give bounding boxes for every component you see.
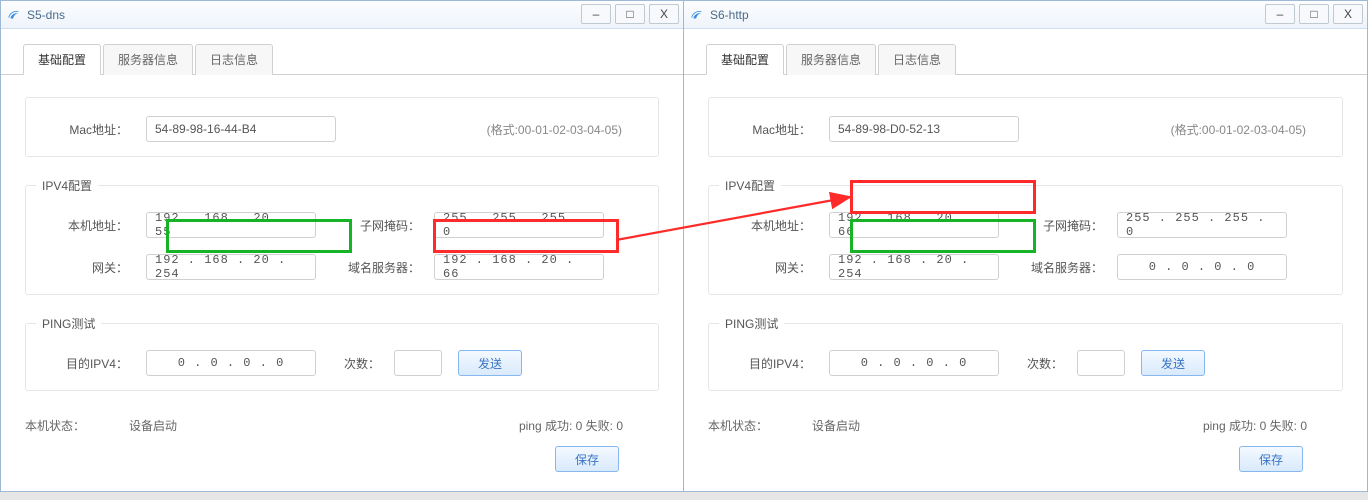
- gateway-label: 网关：: [709, 259, 829, 276]
- count-input[interactable]: [394, 350, 442, 376]
- tab-basic[interactable]: 基础配置: [706, 44, 784, 75]
- local-addr-label: 本机地址：: [26, 217, 146, 234]
- ipv4-section: IPV4配置 本机地址： 192 . 168 . 20 . 55 子网掩码： 2…: [25, 177, 659, 295]
- count-input[interactable]: [1077, 350, 1125, 376]
- mac-input[interactable]: 54-89-98-D0-52-13: [829, 116, 1019, 142]
- mac-input[interactable]: 54-89-98-16-44-B4: [146, 116, 336, 142]
- status-label: 本机状态：: [25, 417, 85, 434]
- close-button[interactable]: X: [1333, 4, 1363, 24]
- ping-section: PING测试 目的IPV4： 0 . 0 . 0 . 0 次数： 发送: [708, 315, 1343, 391]
- tab-server-info[interactable]: 服务器信息: [786, 44, 876, 75]
- target-label: 目的IPV4：: [709, 355, 829, 372]
- status-label: 本机状态：: [708, 417, 768, 434]
- dns-input[interactable]: 192 . 168 . 20 . 66: [434, 254, 604, 280]
- tab-server-info[interactable]: 服务器信息: [103, 44, 193, 75]
- mac-section: Mac地址： 54-89-98-16-44-B4 (格式:00-01-02-03…: [25, 97, 659, 157]
- ipv4-legend: IPV4配置: [36, 177, 98, 194]
- status-row: 本机状态： 设备启动 ping 成功: 0 失败: 0: [708, 411, 1343, 446]
- minimize-button[interactable]: –: [581, 4, 611, 24]
- local-addr-input[interactable]: 192 . 168 . 20 . 66: [829, 212, 999, 238]
- window-title: S6-http: [710, 8, 749, 22]
- save-button[interactable]: 保存: [1239, 446, 1303, 472]
- close-button[interactable]: X: [649, 4, 679, 24]
- tabs: 基础配置 服务器信息 日志信息: [1, 29, 683, 75]
- subnet-label: 子网掩码：: [334, 217, 434, 234]
- send-button[interactable]: 发送: [458, 350, 522, 376]
- count-label: 次数：: [334, 355, 394, 372]
- mac-label: Mac地址：: [26, 121, 146, 138]
- window-s6: S6-http – □ X 基础配置 服务器信息 日志信息 Mac地址： 54-…: [683, 0, 1368, 492]
- titlebar: S5-dns – □ X: [1, 1, 683, 29]
- ping-legend: PING测试: [36, 315, 101, 332]
- subnet-input[interactable]: 255 . 255 . 255 . 0: [434, 212, 604, 238]
- mac-label: Mac地址：: [709, 121, 829, 138]
- dns-input[interactable]: 0 . 0 . 0 . 0: [1117, 254, 1287, 280]
- gateway-label: 网关：: [26, 259, 146, 276]
- tab-body: Mac地址： 54-89-98-16-44-B4 (格式:00-01-02-03…: [1, 75, 683, 482]
- dns-label: 域名服务器：: [1017, 259, 1117, 276]
- send-button[interactable]: 发送: [1141, 350, 1205, 376]
- local-addr-input[interactable]: 192 . 168 . 20 . 55: [146, 212, 316, 238]
- mac-format-note: (格式:00-01-02-03-04-05): [1171, 121, 1342, 138]
- tab-log[interactable]: 日志信息: [878, 44, 956, 75]
- ping-stat: ping 成功: 0 失败: 0: [1203, 417, 1343, 434]
- ping-section: PING测试 目的IPV4： 0 . 0 . 0 . 0 次数： 发送: [25, 315, 659, 391]
- window-s5: S5-dns – □ X 基础配置 服务器信息 日志信息 Mac地址： 54-8…: [0, 0, 684, 492]
- window-controls: – □ X: [581, 1, 683, 28]
- mac-section: Mac地址： 54-89-98-D0-52-13 (格式:00-01-02-03…: [708, 97, 1343, 157]
- app-icon: [690, 8, 704, 22]
- tabs: 基础配置 服务器信息 日志信息: [684, 29, 1367, 75]
- app-icon: [7, 8, 21, 22]
- target-input[interactable]: 0 . 0 . 0 . 0: [146, 350, 316, 376]
- save-button[interactable]: 保存: [555, 446, 619, 472]
- mac-format-note: (格式:00-01-02-03-04-05): [487, 121, 658, 138]
- ipv4-legend: IPV4配置: [719, 177, 781, 194]
- dns-label: 域名服务器：: [334, 259, 434, 276]
- tab-log[interactable]: 日志信息: [195, 44, 273, 75]
- gateway-input[interactable]: 192 . 168 . 20 . 254: [146, 254, 316, 280]
- target-input[interactable]: 0 . 0 . 0 . 0: [829, 350, 999, 376]
- local-addr-label: 本机地址：: [709, 217, 829, 234]
- status-value: 设备启动: [812, 417, 860, 434]
- window-controls: – □ X: [1265, 1, 1367, 28]
- ping-legend: PING测试: [719, 315, 784, 332]
- window-title: S5-dns: [27, 8, 65, 22]
- maximize-button[interactable]: □: [1299, 4, 1329, 24]
- tab-body: Mac地址： 54-89-98-D0-52-13 (格式:00-01-02-03…: [684, 75, 1367, 482]
- status-value: 设备启动: [129, 417, 177, 434]
- ipv4-section: IPV4配置 本机地址： 192 . 168 . 20 . 66 子网掩码： 2…: [708, 177, 1343, 295]
- status-row: 本机状态： 设备启动 ping 成功: 0 失败: 0: [25, 411, 659, 446]
- gateway-input[interactable]: 192 . 168 . 20 . 254: [829, 254, 999, 280]
- tab-basic[interactable]: 基础配置: [23, 44, 101, 75]
- subnet-label: 子网掩码：: [1017, 217, 1117, 234]
- minimize-button[interactable]: –: [1265, 4, 1295, 24]
- maximize-button[interactable]: □: [615, 4, 645, 24]
- target-label: 目的IPV4：: [26, 355, 146, 372]
- titlebar: S6-http – □ X: [684, 1, 1367, 29]
- subnet-input[interactable]: 255 . 255 . 255 . 0: [1117, 212, 1287, 238]
- ping-stat: ping 成功: 0 失败: 0: [519, 417, 659, 434]
- count-label: 次数：: [1017, 355, 1077, 372]
